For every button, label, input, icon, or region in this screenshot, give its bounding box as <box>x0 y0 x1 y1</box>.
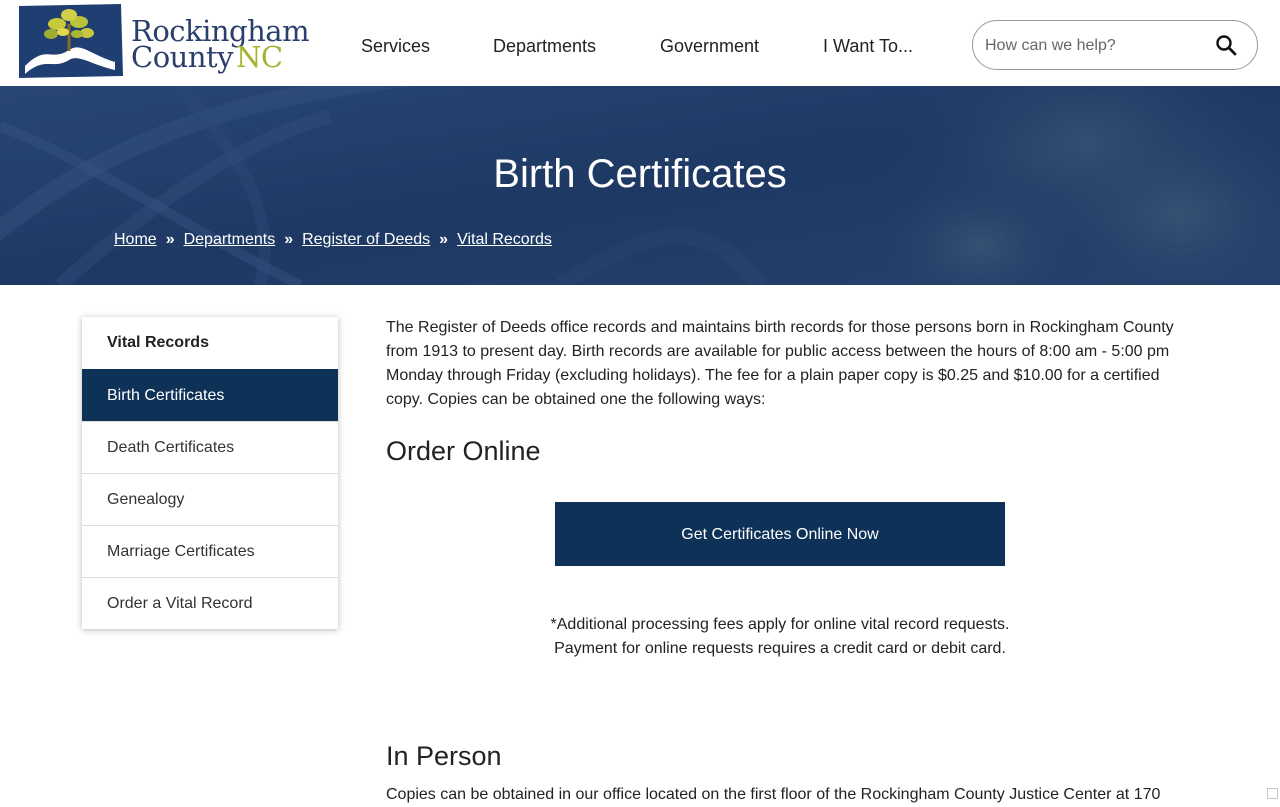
search-box <box>972 20 1258 70</box>
sidebar-item-birth-certificates[interactable]: Birth Certificates <box>82 369 338 421</box>
in-person-paragraph: Copies can be obtained in our office loc… <box>386 786 1161 803</box>
online-fee-note-line2: Payment for online requests requires a c… <box>554 640 1006 657</box>
site-logo[interactable]: Rockingham County NC <box>17 4 310 82</box>
sidebar-heading-vital-records[interactable]: Vital Records <box>82 317 338 369</box>
page-banner: Birth Certificates Home » Departments » Regi… <box>0 86 1280 285</box>
search-input[interactable] <box>983 33 1207 59</box>
logo-line-county: County NC <box>131 43 309 72</box>
logo-wordmark: Rockingham County NC <box>131 17 310 72</box>
breadcrumb: Home » Departments » Register of Deeds » Vital… <box>114 231 552 249</box>
breadcrumb-separator: » <box>165 231 175 248</box>
breadcrumb-separator: » <box>284 231 294 248</box>
sidebar-item-genealogy[interactable]: Genealogy <box>82 473 338 525</box>
breadcrumb-home[interactable]: Home <box>114 231 157 248</box>
breadcrumb-departments[interactable]: Departments <box>184 231 276 248</box>
sidebar-item-marriage-certificates[interactable]: Marriage Certificates <box>82 525 338 577</box>
sidebar-item-death-certificates[interactable]: Death Certificates <box>82 421 338 473</box>
breadcrumb-separator: » <box>439 231 449 248</box>
sidebar-nav: Vital Records Birth Certificates Death C… <box>82 317 338 629</box>
breadcrumb-register-of-deeds[interactable]: Register of Deeds <box>302 231 430 248</box>
page-title: Birth Certificates <box>493 152 787 196</box>
in-person-heading: In Person <box>386 741 502 771</box>
logo-nc-text: NC <box>236 40 283 74</box>
search-icon[interactable] <box>1215 34 1237 56</box>
site-header: Rockingham County NC Services Departments… <box>0 0 1280 86</box>
nav-services[interactable]: Services <box>361 36 430 57</box>
breadcrumb-vital-records[interactable]: Vital Records <box>457 231 552 248</box>
scroll-corner <box>1267 788 1278 799</box>
nav-government[interactable]: Government <box>660 36 759 57</box>
order-online-heading: Order Online <box>386 436 541 466</box>
get-certificates-online-button[interactable]: Get Certificates Online Now <box>555 502 1005 566</box>
sidebar-item-order-a-vital-record[interactable]: Order a Vital Record <box>82 577 338 629</box>
online-fee-note-line1: *Additional processing fees apply for on… <box>550 616 1010 633</box>
nav-departments[interactable]: Departments <box>493 36 596 57</box>
intro-paragraph: The Register of Deeds office records and… <box>386 319 1174 408</box>
county-logo-icon <box>19 4 123 78</box>
logo-county-text: County <box>131 40 234 74</box>
nav-i-want-to[interactable]: I Want To... <box>823 36 913 57</box>
online-fee-note: *Additional processing fees apply for on… <box>386 613 1174 661</box>
